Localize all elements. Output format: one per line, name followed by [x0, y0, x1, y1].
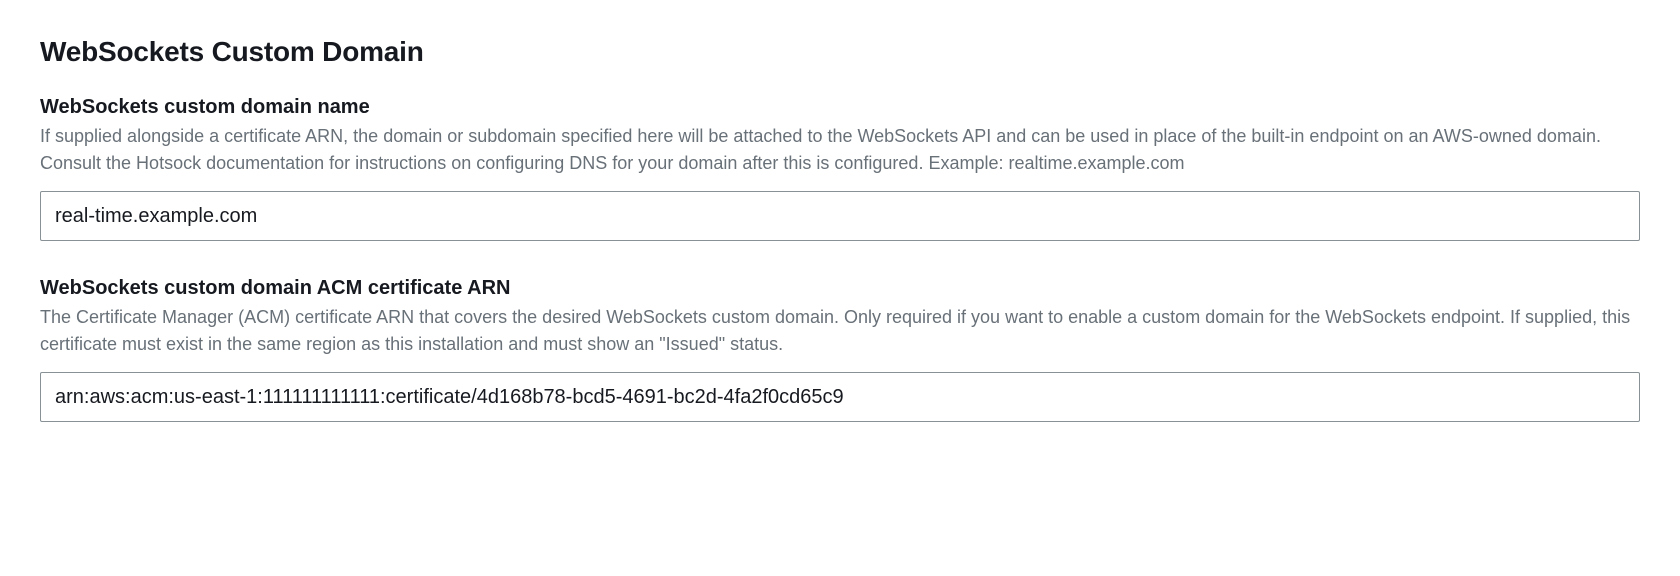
acm-arn-label: WebSockets custom domain ACM certificate… [40, 277, 1640, 300]
section-title: WebSockets Custom Domain [40, 36, 1640, 68]
acm-arn-field-group: WebSockets custom domain ACM certificate… [40, 277, 1640, 422]
domain-name-label: WebSockets custom domain name [40, 96, 1640, 119]
acm-arn-description: The Certificate Manager (ACM) certificat… [40, 304, 1640, 358]
domain-name-field-group: WebSockets custom domain name If supplie… [40, 96, 1640, 241]
acm-arn-input[interactable] [40, 372, 1640, 422]
domain-name-input[interactable] [40, 191, 1640, 241]
domain-name-description: If supplied alongside a certificate ARN,… [40, 123, 1640, 177]
